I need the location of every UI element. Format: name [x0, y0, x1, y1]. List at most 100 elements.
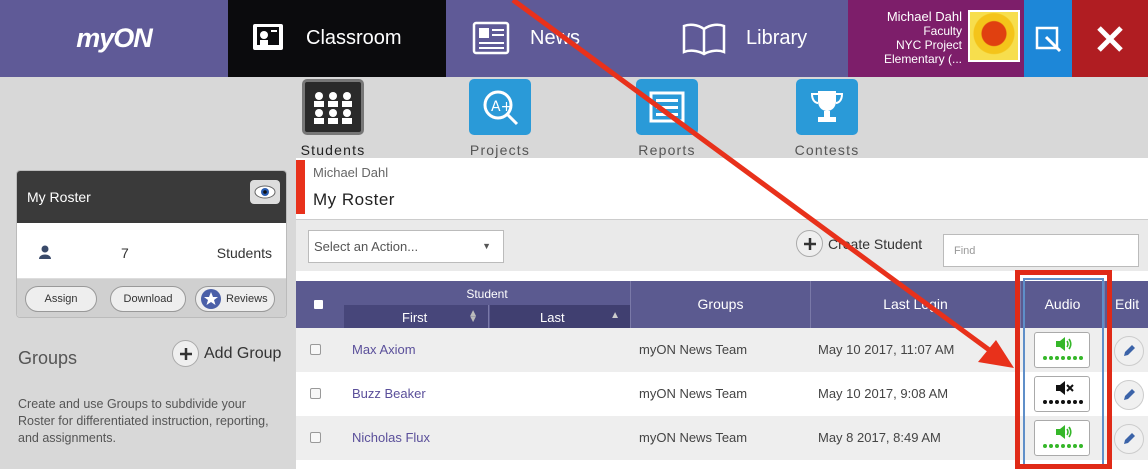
column-last[interactable]: Last ▲: [490, 305, 630, 328]
roster-card-buttons: Assign Download Reviews: [17, 279, 286, 317]
title-accent-bar: [296, 160, 305, 214]
tab-library-label: Library: [746, 27, 808, 49]
person-icon: [39, 245, 51, 262]
action-select[interactable]: Select an Action... ▼: [308, 230, 504, 263]
star-icon: [201, 289, 221, 309]
audio-toggle[interactable]: [1034, 376, 1090, 412]
sub-nav: Students A+ Projects Reports Contests: [0, 77, 1148, 158]
select-all-checkbox[interactable]: [314, 300, 323, 309]
avatar: [968, 10, 1020, 62]
student-group: myON News Team: [639, 430, 748, 445]
roster-card: My Roster 7 Students Assign Download Rev…: [16, 170, 287, 318]
pencil-icon: [1124, 345, 1135, 356]
student-last-login: May 10 2017, 9:08 AM: [818, 386, 949, 401]
column-edit: Edit: [1104, 281, 1148, 328]
top-nav: myON Classroom News Library Michael Dahl…: [0, 0, 1148, 77]
eye-icon[interactable]: [250, 180, 280, 204]
tab-news[interactable]: News: [472, 0, 632, 77]
speaker-on-icon: [1056, 425, 1072, 439]
edit-profile-button[interactable]: [1024, 0, 1072, 77]
subnav-students[interactable]: Students: [296, 79, 370, 158]
row-checkbox[interactable]: [310, 432, 321, 443]
student-first-name[interactable]: Buzz Beaker: [352, 386, 426, 401]
table-row: Max Axiom myON News Team May 10 2017, 11…: [296, 328, 1148, 372]
roster-stats: 7 Students: [17, 223, 286, 279]
pencil-icon: [1124, 433, 1135, 444]
subnav-students-label: Students: [300, 142, 366, 158]
student-first-name[interactable]: Nicholas Flux: [352, 430, 430, 445]
students-label: Students: [216, 245, 272, 261]
plus-icon: [172, 340, 199, 367]
svg-text:A+: A+: [491, 99, 512, 115]
trophy-icon: [796, 79, 858, 135]
find-input[interactable]: Find: [943, 234, 1139, 267]
main-content: Michael Dahl My Roster Select an Action.…: [296, 158, 1148, 469]
table-header: Student First ▲ ▼ Last ▲ Groups Last Logi…: [296, 281, 1148, 328]
page-title: My Roster: [313, 190, 395, 209]
column-groups[interactable]: Groups: [630, 281, 810, 328]
subnav-projects[interactable]: A+ Projects: [463, 79, 537, 158]
reports-icon: [636, 79, 698, 135]
tab-classroom-label: Classroom: [306, 27, 402, 49]
reviews-button[interactable]: Reviews: [195, 286, 275, 312]
edit-student-button[interactable]: [1114, 380, 1144, 410]
roster-toolbar: Select an Action... ▼ Create Student Fin…: [296, 219, 1148, 271]
column-audio: Audio: [1020, 281, 1104, 328]
tab-news-label: News: [530, 27, 581, 49]
user-block[interactable]: Michael Dahl Faculty NYC Project Element…: [848, 0, 1024, 77]
subnav-reports[interactable]: Reports: [630, 79, 704, 158]
reviews-label: Reviews: [226, 293, 268, 305]
create-student-button[interactable]: Create Student: [796, 230, 922, 257]
table-row: Nicholas Flux myON News Team May 8 2017,…: [296, 416, 1148, 460]
close-icon: [1097, 25, 1123, 52]
projects-icon: A+: [469, 79, 531, 135]
speaker-on-icon: [1056, 337, 1072, 351]
student-count: 7: [121, 245, 129, 261]
speaker-muted-icon: [1056, 381, 1074, 395]
table-row: Buzz Beaker myON News Team May 10 2017, …: [296, 372, 1148, 416]
edit-icon: [1035, 26, 1062, 52]
download-button[interactable]: Download: [110, 286, 186, 312]
assign-button[interactable]: Assign: [25, 286, 97, 312]
row-checkbox[interactable]: [310, 388, 321, 399]
breadcrumb[interactable]: Michael Dahl: [313, 165, 388, 180]
students-icon: [302, 79, 364, 135]
subnav-contests[interactable]: Contests: [790, 79, 864, 158]
tab-classroom[interactable]: Classroom: [228, 0, 446, 77]
news-icon: [472, 19, 512, 59]
audio-toggle[interactable]: [1034, 332, 1090, 368]
student-last-login: May 10 2017, 11:07 AM: [818, 342, 955, 357]
edit-student-button[interactable]: [1114, 424, 1144, 454]
column-last-login[interactable]: Last Login: [810, 281, 1020, 328]
logout-button[interactable]: [1072, 0, 1148, 77]
chevron-down-icon: ▼: [482, 241, 491, 251]
student-first-name[interactable]: Max Axiom: [352, 342, 416, 357]
myon-logo[interactable]: myON: [0, 0, 228, 77]
add-group-button[interactable]: Add Group: [172, 340, 281, 367]
audio-volume-dots: [1043, 400, 1083, 404]
plus-icon: [796, 230, 823, 257]
create-student-label: Create Student: [828, 235, 923, 252]
groups-description: Create and use Groups to subdivide your …: [18, 397, 269, 445]
student-last-login: May 8 2017, 8:49 AM: [818, 430, 941, 445]
subnav-contests-label: Contests: [794, 142, 860, 158]
roster-title: My Roster: [27, 189, 91, 205]
audio-toggle[interactable]: [1034, 420, 1090, 456]
pencil-icon: [1124, 389, 1135, 400]
tab-library[interactable]: Library: [680, 0, 840, 77]
sort-asc-icon: ▲: [610, 310, 620, 321]
add-group-label: Add Group: [204, 344, 282, 362]
edit-student-button[interactable]: [1114, 336, 1144, 366]
action-select-value: Select an Action...: [314, 239, 419, 254]
student-group: myON News Team: [639, 386, 748, 401]
column-first-label: First: [402, 310, 428, 325]
column-first[interactable]: First ▲ ▼: [344, 305, 489, 328]
sidebar: My Roster 7 Students Assign Download Rev…: [0, 158, 296, 469]
subnav-reports-label: Reports: [638, 142, 696, 158]
groups-title: Groups: [18, 348, 78, 368]
user-role: Faculty: [923, 24, 962, 38]
column-student: Student: [466, 287, 508, 301]
app-root: myON Classroom News Library Michael Dahl…: [0, 0, 1148, 469]
row-checkbox[interactable]: [310, 344, 321, 355]
library-book-icon: [680, 19, 728, 59]
